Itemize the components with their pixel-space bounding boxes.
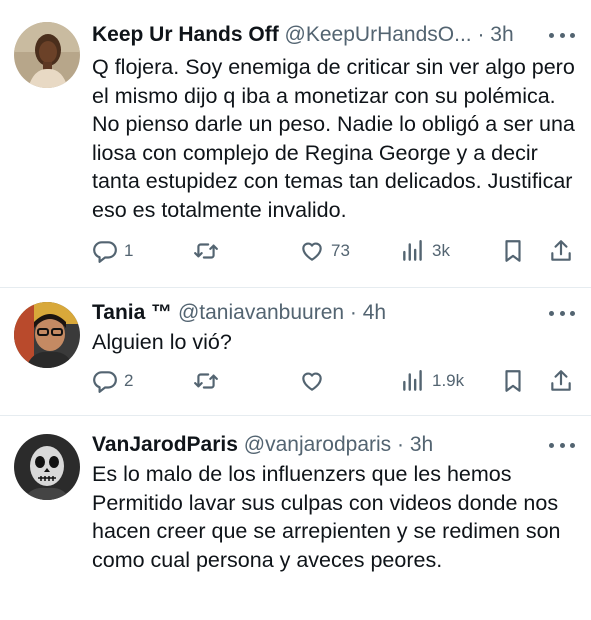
timestamp[interactable]: 4h	[363, 301, 386, 324]
timestamp[interactable]: 3h	[490, 23, 513, 46]
share-button[interactable]	[548, 236, 574, 266]
views-icon	[403, 370, 422, 391]
tweet-text: Alguien lo vió?	[92, 330, 232, 354]
reply-button[interactable]: 2	[92, 366, 133, 396]
avatar[interactable]	[14, 22, 80, 88]
share-button[interactable]	[548, 366, 574, 396]
display-name[interactable]: VanJarodParis	[92, 433, 238, 456]
tweet-3[interactable]: VanJarodParis @vanjarodparis · 3h Es lo …	[0, 416, 591, 620]
user-handle[interactable]: @vanjarodparis	[244, 433, 391, 456]
tweet-2[interactable]: Tania ™ @taniavanbuuren · 4h Alguien lo …	[0, 288, 591, 416]
retweet-button[interactable]	[193, 366, 225, 396]
more-icon[interactable]	[549, 441, 575, 449]
like-icon	[302, 242, 322, 261]
views-button[interactable]: 3k	[400, 236, 450, 266]
reply-count: 1	[124, 241, 134, 260]
bookmark-icon	[505, 240, 521, 262]
like-button[interactable]	[299, 366, 331, 396]
reply-count: 2	[124, 371, 134, 390]
like-count: 73	[331, 241, 350, 260]
tweet-header: Keep Ur Hands Off @KeepUrHandsO... · 3h	[92, 22, 531, 48]
tweet-header: Tania ™ @taniavanbuuren · 4h	[92, 300, 531, 326]
timestamp[interactable]: 3h	[410, 433, 433, 456]
bookmark-button[interactable]	[500, 366, 526, 396]
views-count: 3k	[432, 241, 450, 260]
separator-dot: ·	[391, 433, 410, 456]
user-handle[interactable]: @KeepUrHandsO...	[285, 23, 472, 46]
tweet-actions: 2 1.9k	[92, 366, 580, 396]
tweet-text: Q flojera. Soy enemiga de criticar sin v…	[92, 55, 575, 222]
tweet-text: Es lo malo de los influenzers que les he…	[92, 462, 561, 572]
tweet-header: VanJarodParis @vanjarodparis · 3h	[92, 432, 531, 458]
like-icon	[302, 372, 322, 391]
retweet-icon	[194, 243, 218, 259]
views-button[interactable]: 1.9k	[400, 366, 464, 396]
bookmark-button[interactable]	[500, 236, 526, 266]
more-icon[interactable]	[549, 31, 575, 39]
separator-dot: ·	[344, 301, 363, 324]
reply-icon	[93, 371, 117, 393]
display-name[interactable]: Keep Ur Hands Off	[92, 23, 279, 46]
separator-dot: ·	[471, 23, 491, 46]
like-button[interactable]: 73	[299, 236, 350, 266]
share-icon	[551, 370, 571, 391]
tweet-actions: 1 73 3k	[92, 236, 580, 266]
tweet-1[interactable]: Keep Ur Hands Off @KeepUrHandsO... · 3h …	[0, 0, 591, 290]
share-icon	[551, 240, 571, 261]
display-name[interactable]: Tania ™	[92, 301, 172, 324]
reply-icon	[93, 241, 117, 263]
views-count: 1.9k	[432, 371, 465, 390]
retweet-button[interactable]	[193, 236, 225, 266]
reply-button[interactable]: 1	[92, 236, 133, 266]
avatar[interactable]	[14, 434, 80, 500]
retweet-icon	[194, 373, 218, 389]
more-icon[interactable]	[549, 309, 575, 317]
user-handle[interactable]: @taniavanbuuren	[178, 301, 344, 324]
views-icon	[403, 240, 422, 261]
avatar[interactable]	[14, 302, 80, 368]
bookmark-icon	[505, 370, 521, 392]
